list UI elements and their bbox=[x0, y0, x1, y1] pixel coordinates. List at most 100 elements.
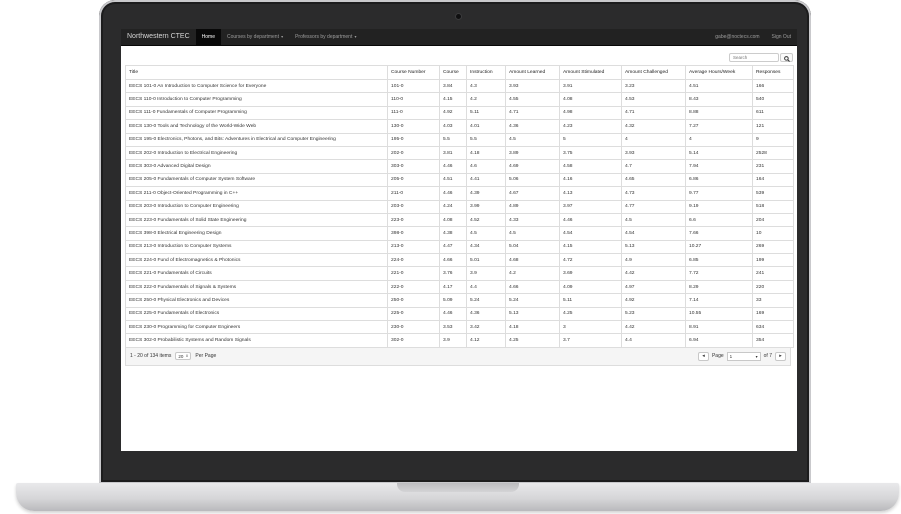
table-cell: 5.09 bbox=[439, 293, 467, 308]
table-row[interactable]: EECS 195-0 Electronics, Photons, and Bit… bbox=[125, 132, 794, 147]
column-header[interactable]: Title bbox=[125, 65, 388, 80]
prev-page-button[interactable]: ◂ bbox=[697, 351, 709, 361]
table-row[interactable]: EECS 221-0 Fundamentals of Circuits 221-0… bbox=[125, 266, 794, 281]
table-cell[interactable]: EECS 110-0 Introduction to Computer Prog… bbox=[125, 92, 388, 107]
table-cell[interactable]: EECS 221-0 Fundamentals of Circuits bbox=[125, 266, 388, 281]
table-cell[interactable]: EECS 225-0 Fundamentals of Electronics bbox=[125, 306, 388, 322]
table-cell: 121 bbox=[752, 119, 794, 134]
table-cell: 4.5 bbox=[466, 226, 506, 241]
table-cell[interactable]: EECS 230-0 Programming for Computer Engi… bbox=[125, 320, 388, 335]
table-cell: 3.9 bbox=[439, 333, 467, 348]
table-cell: 4.66 bbox=[505, 279, 560, 295]
table-cell: 5.04 bbox=[505, 239, 560, 255]
table-row[interactable]: EECS 302-0 Probabilistic Systems and Ran… bbox=[125, 333, 794, 348]
table-cell: 223-0 bbox=[387, 212, 440, 228]
table-cell[interactable]: EECS 211-0 Object-Oriented Programming i… bbox=[125, 186, 388, 201]
table-cell: 7.94 bbox=[685, 159, 753, 174]
search-input[interactable] bbox=[729, 53, 779, 62]
table-cell[interactable]: EECS 205-0 Fundamentals of Computer Syst… bbox=[125, 172, 388, 188]
table-cell: 4.53 bbox=[621, 92, 686, 107]
table-cell: 110-0 bbox=[387, 92, 440, 107]
table-cell: 4.39 bbox=[466, 186, 506, 201]
column-header[interactable]: Course bbox=[439, 65, 467, 80]
table-cell[interactable]: EECS 398-0 Electrical Engineering Design bbox=[125, 226, 388, 241]
table-row[interactable]: EECS 222-0 Fundamentals of Signals & Sys… bbox=[125, 279, 794, 295]
table-row[interactable]: EECS 203-0 Introduction to Computer Engi… bbox=[125, 199, 794, 214]
table-cell: 5.01 bbox=[466, 253, 506, 268]
table-cell: 4.24 bbox=[439, 199, 467, 214]
table-cell: 4.4 bbox=[621, 333, 686, 348]
table-cell[interactable]: EECS 222-0 Fundamentals of Signals & Sys… bbox=[125, 279, 388, 295]
next-page-button[interactable]: ▸ bbox=[775, 351, 786, 361]
table-cell: 205-0 bbox=[387, 172, 440, 188]
table-cell: 4.89 bbox=[505, 199, 560, 214]
table-cell: 202-0 bbox=[387, 145, 440, 161]
table-cell[interactable]: EECS 203-0 Introduction to Computer Engi… bbox=[125, 199, 388, 214]
table-cell[interactable]: EECS 213-0 Introduction to Computer Syst… bbox=[125, 239, 388, 255]
table-cell: 7.14 bbox=[685, 293, 753, 308]
page-select[interactable]: 1 ▾ bbox=[726, 351, 761, 361]
table-cell[interactable]: EECS 250-0 Physical Electronics and Devi… bbox=[125, 293, 388, 308]
table-cell: 211-0 bbox=[387, 186, 440, 201]
pager-summary: 1 - 20 of 134 items 20 ⇕ Per Page bbox=[130, 352, 216, 361]
column-header[interactable]: Responses bbox=[752, 65, 794, 80]
table-row[interactable]: EECS 225-0 Fundamentals of Electronics 22… bbox=[125, 306, 794, 322]
table-row[interactable]: EECS 130-0 Tools and Technology of the W… bbox=[125, 119, 794, 134]
table-cell[interactable]: EECS 101-0 An Introduction to Computer S… bbox=[125, 78, 388, 94]
table-cell[interactable]: EECS 111-0 Fundamentals of Computer Prog… bbox=[125, 105, 388, 121]
table-cell[interactable]: EECS 303-0 Advanced Digital Design bbox=[125, 159, 388, 174]
table-row[interactable]: EECS 224-0 Fund of Electromagnetics & Ph… bbox=[125, 253, 794, 268]
table-cell: 4.46 bbox=[439, 306, 467, 322]
column-header[interactable]: Amount Stimulated bbox=[559, 65, 622, 80]
chevron-left-icon: ◂ bbox=[702, 353, 705, 360]
nav-home[interactable]: Home bbox=[195, 29, 221, 45]
table-row[interactable]: EECS 223-0 Fundamentals of Solid State E… bbox=[125, 212, 794, 228]
nav-courses-dropdown[interactable]: Courses by department ▾ bbox=[221, 29, 289, 45]
table-row[interactable]: EECS 202-0 Introduction to Electrical En… bbox=[125, 145, 794, 161]
column-header[interactable]: Average Hours/Week bbox=[685, 65, 753, 80]
table-row[interactable]: EECS 110-0 Introduction to Computer Prog… bbox=[125, 92, 794, 107]
page-size-select[interactable]: 20 ⇕ bbox=[175, 352, 192, 361]
nav-professors-dropdown[interactable]: Professors by department ▾ bbox=[289, 29, 362, 45]
table-row[interactable]: EECS 303-0 Advanced Digital Design 303-0 4… bbox=[125, 159, 794, 174]
table-cell: 164 bbox=[752, 172, 794, 188]
table-row[interactable]: EECS 230-0 Programming for Computer Engi… bbox=[125, 320, 794, 335]
table-row[interactable]: EECS 398-0 Electrical Engineering Design… bbox=[125, 226, 794, 241]
brand-link[interactable]: Northwestern CTEC bbox=[121, 29, 196, 45]
table-cell: 4.51 bbox=[439, 172, 467, 188]
table-cell: 3.93 bbox=[505, 78, 560, 94]
column-header[interactable]: Amount Challenged bbox=[621, 65, 686, 80]
table-row[interactable]: EECS 205-0 Fundamentals of Computer Syst… bbox=[125, 172, 794, 188]
search-button[interactable] bbox=[780, 53, 793, 62]
table-row[interactable]: EECS 213-0 Introduction to Computer Syst… bbox=[125, 239, 794, 255]
table-row[interactable]: EECS 101-0 An Introduction to Computer S… bbox=[125, 78, 794, 94]
table-cell: 4.38 bbox=[439, 226, 467, 241]
table-row[interactable]: EECS 250-0 Physical Electronics and Devi… bbox=[125, 293, 794, 308]
column-header[interactable]: Course Number bbox=[387, 65, 440, 80]
table-cell: 611 bbox=[752, 105, 794, 121]
table-row[interactable]: EECS 211-0 Object-Oriented Programming i… bbox=[125, 186, 794, 201]
table-row[interactable]: EECS 111-0 Fundamentals of Computer Prog… bbox=[125, 105, 794, 121]
table-cell[interactable]: EECS 224-0 Fund of Electromagnetics & Ph… bbox=[125, 253, 388, 268]
table-cell: 130-0 bbox=[387, 119, 440, 134]
table-cell: 518 bbox=[752, 199, 794, 214]
table-cell: 7.72 bbox=[685, 266, 753, 281]
table-cell: 10.27 bbox=[685, 239, 753, 255]
table-cell: 9.19 bbox=[685, 199, 753, 214]
column-header[interactable]: Amount Learned bbox=[505, 65, 560, 80]
search-icon bbox=[784, 55, 790, 62]
table-cell: 4.5 bbox=[505, 226, 560, 241]
sign-out-link[interactable]: Sign Out bbox=[766, 29, 797, 45]
table-cell: 634 bbox=[752, 320, 794, 335]
table-cell: 4.52 bbox=[466, 212, 506, 228]
nav-spacer bbox=[362, 29, 709, 45]
table-cell: 4.7 bbox=[621, 159, 686, 174]
column-header[interactable]: Instruction bbox=[466, 65, 506, 80]
table-cell[interactable]: EECS 195-0 Electronics, Photons, and Bit… bbox=[125, 132, 388, 147]
table-cell[interactable]: EECS 130-0 Tools and Technology of the W… bbox=[125, 119, 388, 134]
user-email-link[interactable]: gabe@noctecs.com bbox=[709, 29, 765, 45]
nav-courses-label: Courses by department bbox=[226, 34, 279, 40]
table-cell[interactable]: EECS 302-0 Probabilistic Systems and Ran… bbox=[125, 333, 388, 348]
table-cell[interactable]: EECS 223-0 Fundamentals of Solid State E… bbox=[125, 212, 388, 228]
table-cell[interactable]: EECS 202-0 Introduction to Electrical En… bbox=[125, 145, 388, 161]
